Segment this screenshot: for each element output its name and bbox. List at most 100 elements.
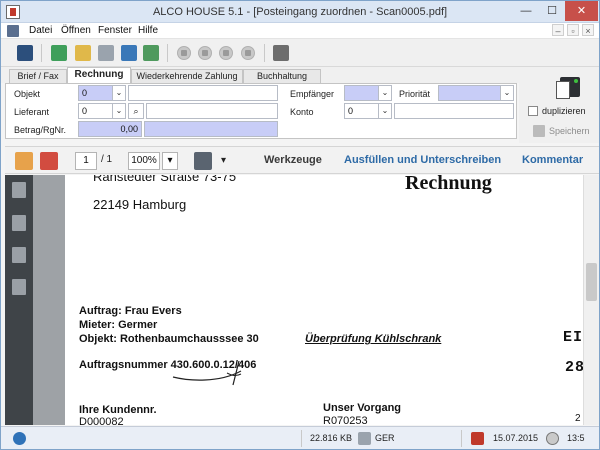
- zoom-value[interactable]: 100%: [128, 152, 160, 170]
- konto-label: Konto: [290, 107, 314, 117]
- vertical-scrollbar[interactable]: [583, 175, 599, 425]
- create-pdf-icon[interactable]: [15, 152, 33, 170]
- window-title: ALCO HOUSE 5.1 - [Posteingang zuordnen -…: [152, 6, 448, 18]
- sender-street: Ranstedter Straße 73-75: [93, 175, 237, 184]
- attachment-icon[interactable]: [12, 247, 26, 263]
- vorgang-value: R070253: [323, 415, 368, 425]
- save-disk-icon[interactable]: [98, 45, 114, 61]
- first-record-icon[interactable]: [177, 46, 191, 60]
- konto-select[interactable]: 0 ⌄: [344, 103, 392, 119]
- tab-wiederkehrende-zahlung[interactable]: Wiederkehrende Zahlung: [131, 69, 243, 83]
- menu-hilfe[interactable]: Hilfe: [138, 25, 158, 36]
- previous-record-icon[interactable]: [198, 46, 212, 60]
- app-window: ALCO HOUSE 5.1 - [Posteingang zuordnen -…: [0, 0, 600, 450]
- tab-brief-fax[interactable]: Brief / Fax: [9, 69, 67, 83]
- last-record-icon[interactable]: [241, 46, 255, 60]
- lieferant-select[interactable]: 0 ⌄: [78, 103, 126, 119]
- toolbar-separator: [41, 44, 42, 62]
- chevron-down-icon[interactable]: ⌄: [112, 86, 125, 100]
- status-separator: [301, 430, 302, 447]
- betrag-field[interactable]: 0,00: [78, 121, 142, 137]
- exit-icon[interactable]: [17, 45, 33, 61]
- chevron-down-icon[interactable]: ▾: [162, 152, 178, 170]
- speichern-button[interactable]: Speichern: [549, 126, 590, 136]
- status-date: 15.07.2015: [493, 433, 539, 443]
- pdf-export-icon[interactable]: [40, 152, 58, 170]
- expand-icon[interactable]: [194, 152, 212, 170]
- minimize-button[interactable]: —: [513, 1, 539, 21]
- file-size: 22.816 KB: [310, 433, 353, 443]
- edit-note-icon[interactable]: [75, 45, 91, 61]
- assign-hand-icon[interactable]: [273, 45, 289, 61]
- refresh-icon[interactable]: [143, 45, 159, 61]
- tab-rechnung[interactable]: Rechnung: [67, 67, 131, 83]
- menu-app-icon[interactable]: [7, 25, 19, 37]
- save-icon[interactable]: [533, 125, 545, 137]
- kundennr-value: D000082: [79, 416, 124, 425]
- invoice-form: Objekt 0 ⌄ Lieferant 0 ⌄ ⌕ Betrag/RgNr. …: [5, 83, 517, 139]
- kommentar-button[interactable]: Kommentar: [522, 154, 583, 166]
- lieferant-name-field[interactable]: [146, 103, 278, 119]
- konto-value: 0: [348, 106, 354, 116]
- page-thumbnails-icon[interactable]: [12, 182, 26, 198]
- clock-icon: [546, 432, 559, 445]
- konto-name-field[interactable]: [394, 103, 514, 119]
- chevron-down-icon[interactable]: ⌄: [112, 104, 125, 118]
- betrag-label: Betrag/RgNr.: [14, 125, 67, 135]
- pruefung-line: Überprüfung Kühlschrank: [305, 333, 442, 345]
- menu-fenster[interactable]: Fenster: [98, 25, 132, 36]
- objekt-line: Objekt: Rothenbaumchausssee 30: [79, 333, 259, 345]
- prioritaet-select[interactable]: ⌄: [438, 85, 514, 101]
- empfaenger-label: Empfänger: [290, 89, 335, 99]
- ein-text: EIN: [563, 329, 583, 346]
- scanner-icon: [556, 77, 580, 99]
- lieferant-value: 0: [82, 106, 88, 116]
- signature-icon[interactable]: [12, 279, 26, 295]
- auftrag-line: Auftrag: Frau Evers: [79, 305, 182, 317]
- number-28: 28: [565, 359, 583, 376]
- info-icon[interactable]: [13, 432, 26, 445]
- menu-oeffnen[interactable]: Öffnen: [61, 25, 91, 36]
- close-button[interactable]: ✕: [565, 1, 598, 21]
- title-bar: ALCO HOUSE 5.1 - [Posteingang zuordnen -…: [1, 1, 599, 23]
- pdf-sidebar: [5, 175, 33, 425]
- bookmark-icon[interactable]: [12, 215, 26, 231]
- preview-icon[interactable]: [121, 45, 137, 61]
- toolbar-separator: [167, 44, 168, 62]
- mdi-minimize-button[interactable]: –: [552, 24, 564, 36]
- maximize-button[interactable]: ☐: [539, 1, 565, 21]
- kundennr-label: Ihre Kundennr.: [79, 404, 157, 416]
- ausfuellen-button[interactable]: Ausfüllen und Unterschreiben: [344, 154, 501, 166]
- duplizieren-checkbox[interactable]: [528, 106, 538, 116]
- search-icon[interactable]: ⌕: [128, 103, 144, 119]
- empfaenger-select[interactable]: ⌄: [344, 85, 392, 101]
- keyboard-icon: [358, 432, 371, 445]
- menu-datei[interactable]: Datei: [29, 25, 52, 36]
- main-toolbar: [1, 39, 599, 67]
- page-gutter: [33, 175, 65, 425]
- rechnungsnummer-field[interactable]: [144, 121, 278, 137]
- objekt-label: Objekt: [14, 89, 41, 99]
- objekt-select[interactable]: 0 ⌄: [78, 85, 126, 101]
- calendar-icon: [471, 432, 484, 445]
- werkzeuge-button[interactable]: Werkzeuge: [264, 154, 322, 166]
- action-panel: duplizieren Speichern: [519, 67, 599, 143]
- right-small-number: 2: [575, 413, 581, 424]
- objekt-name-field[interactable]: [128, 85, 278, 101]
- chevron-down-icon[interactable]: ⌄: [378, 86, 391, 100]
- scrollbar-thumb[interactable]: [586, 263, 597, 301]
- mdi-restore-button[interactable]: ▫: [567, 24, 579, 36]
- pdf-page: Ranstedter Straße 73-75 22149 Hamburg Re…: [65, 175, 583, 425]
- tab-buchhaltung[interactable]: Buchhaltung: [243, 69, 321, 83]
- status-time: 13:5: [567, 433, 585, 443]
- next-record-icon[interactable]: [219, 46, 233, 60]
- mdi-close-button[interactable]: ×: [582, 24, 594, 36]
- chevron-down-icon[interactable]: ▾: [221, 155, 226, 166]
- menu-bar: Datei Öffnen Fenster Hilfe – ▫ ×: [1, 23, 599, 39]
- objekt-value: 0: [82, 88, 88, 98]
- chevron-down-icon[interactable]: ⌄: [500, 86, 513, 100]
- chevron-down-icon[interactable]: ⌄: [378, 104, 391, 118]
- status-bar: 22.816 KB GER 15.07.2015 13:5: [1, 426, 599, 449]
- globe-icon[interactable]: [51, 45, 67, 61]
- page-number-input[interactable]: 1: [75, 152, 97, 170]
